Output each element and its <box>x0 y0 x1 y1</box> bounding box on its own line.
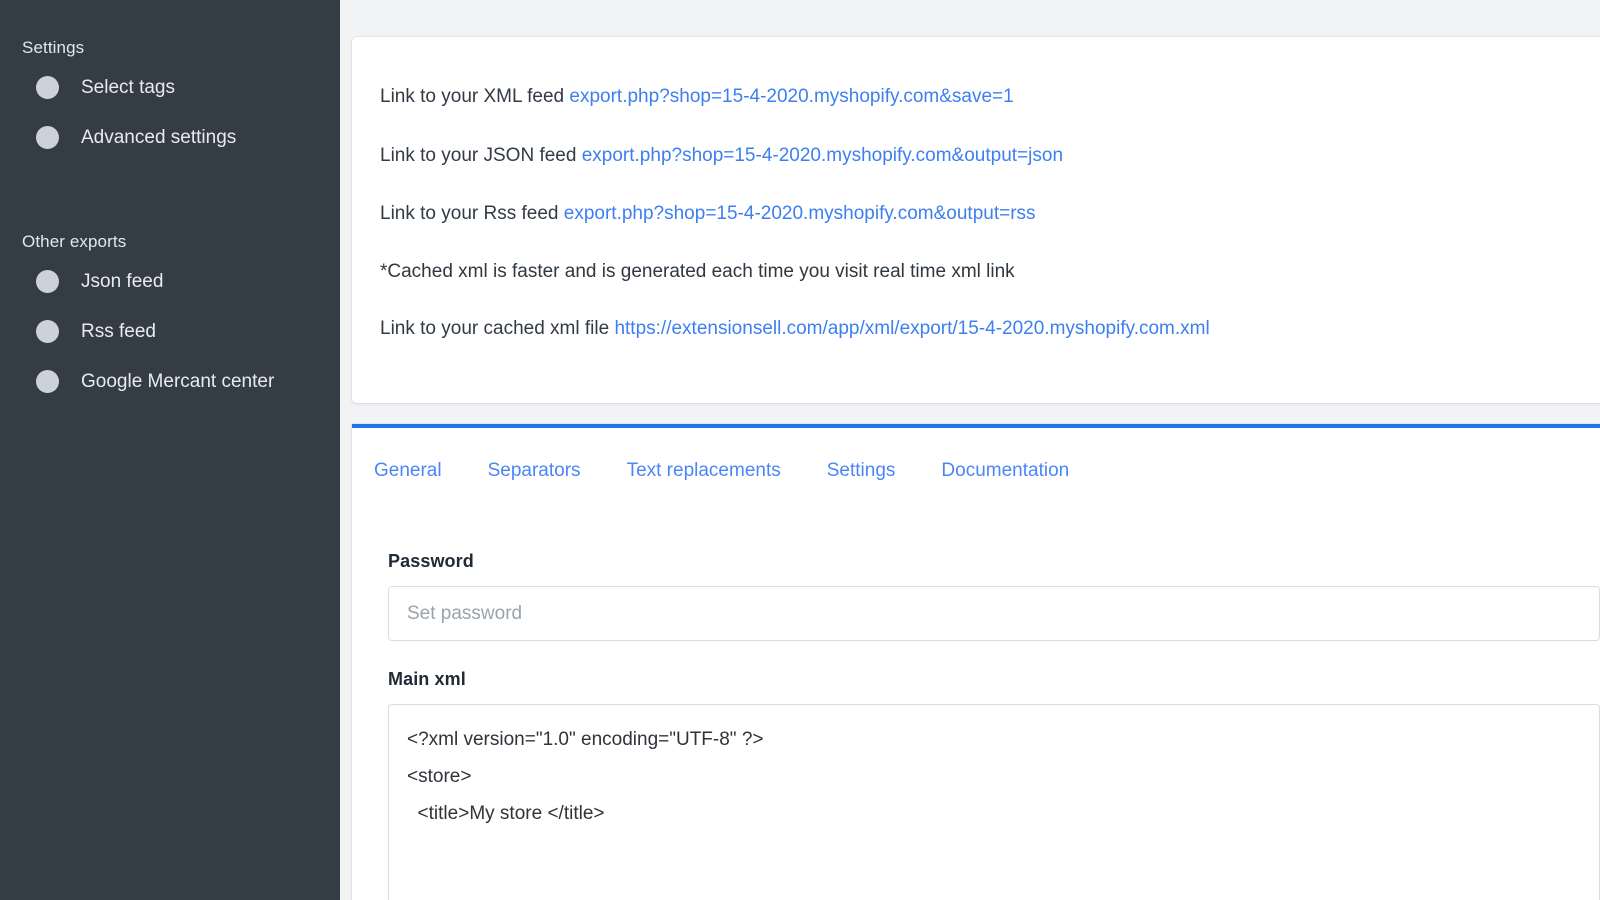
password-label: Password <box>388 551 474 571</box>
settings-card: General Separators Text replacements Set… <box>352 424 1600 900</box>
sidebar-item-google-mercant-center[interactable]: Google Mercant center <box>0 356 340 406</box>
feed-link-json[interactable]: export.php?shop=15-4-2020.myshopify.com&… <box>582 145 1063 166</box>
sidebar-item-rss-feed[interactable]: Rss feed <box>0 306 340 356</box>
sidebar-heading-other-exports: Other exports <box>22 232 127 251</box>
sidebar-item-label: Select tags <box>81 76 175 98</box>
feed-row-json: Link to your JSON feed export.php?shop=1… <box>380 144 1600 169</box>
feed-label-rss: Link to your Rss feed <box>380 203 564 225</box>
sidebar-item-label: Google Mercant center <box>81 370 275 392</box>
sidebar-group-other-exports: Other exports Json feed Rss feed Google … <box>0 228 340 406</box>
bullet-icon <box>36 369 59 393</box>
main-xml-field-block: Main xml <box>388 669 1600 900</box>
feed-row-rss: Link to your Rss feed export.php?shop=15… <box>380 202 1600 227</box>
feed-row-xml: Link to your XML feed export.php?shop=15… <box>380 85 1600 110</box>
settings-tabbar: General Separators Text replacements Set… <box>352 428 1600 482</box>
tab-documentation[interactable]: Documentation <box>941 460 1093 482</box>
tab-settings[interactable]: Settings <box>827 460 920 482</box>
password-input[interactable] <box>388 586 1600 641</box>
password-field-block: Password <box>388 551 1600 641</box>
sidebar-item-label: Json feed <box>81 270 164 292</box>
sidebar-group-settings: Settings Select tags Advanced settings <box>0 34 340 162</box>
sidebar-heading-settings: Settings <box>22 38 85 57</box>
bullet-icon <box>36 125 59 149</box>
tab-separators[interactable]: Separators <box>488 460 605 482</box>
feed-row-cached-xml: Link to your cached xml file https://ext… <box>380 317 1600 342</box>
cached-xml-note: *Cached xml is faster and is generated e… <box>380 261 1015 283</box>
feed-label-cached-xml: Link to your cached xml file <box>380 318 615 340</box>
main-content: Link to your XML feed export.php?shop=15… <box>340 0 1600 900</box>
bullet-icon <box>36 269 59 293</box>
main-xml-textarea[interactable] <box>388 704 1600 900</box>
sidebar-item-json-feed[interactable]: Json feed <box>0 256 340 306</box>
main-xml-label: Main xml <box>388 669 466 689</box>
feed-label-json: Link to your JSON feed <box>380 144 582 166</box>
sidebar-item-label: Advanced settings <box>81 126 237 148</box>
settings-tab-panel: Password Main xml <box>352 482 1600 900</box>
feed-link-xml[interactable]: export.php?shop=15-4-2020.myshopify.com&… <box>569 86 1013 107</box>
sidebar-item-select-tags[interactable]: Select tags <box>0 62 340 112</box>
feed-link-rss[interactable]: export.php?shop=15-4-2020.myshopify.com&… <box>564 203 1036 224</box>
tab-text-replacements[interactable]: Text replacements <box>627 460 805 482</box>
sidebar: Settings Select tags Advanced settings O… <box>0 0 340 900</box>
app-root: Settings Select tags Advanced settings O… <box>0 0 1600 900</box>
tab-general[interactable]: General <box>374 460 466 482</box>
feed-links-card: Link to your XML feed export.php?shop=15… <box>352 37 1600 403</box>
feed-link-cached-xml[interactable]: https://extensionsell.com/app/xml/export… <box>614 318 1209 339</box>
bullet-icon <box>36 319 59 343</box>
feed-label-xml: Link to your XML feed <box>380 86 570 107</box>
bullet-icon <box>36 75 59 99</box>
sidebar-item-label: Rss feed <box>81 320 156 342</box>
sidebar-item-advanced-settings[interactable]: Advanced settings <box>0 112 340 162</box>
